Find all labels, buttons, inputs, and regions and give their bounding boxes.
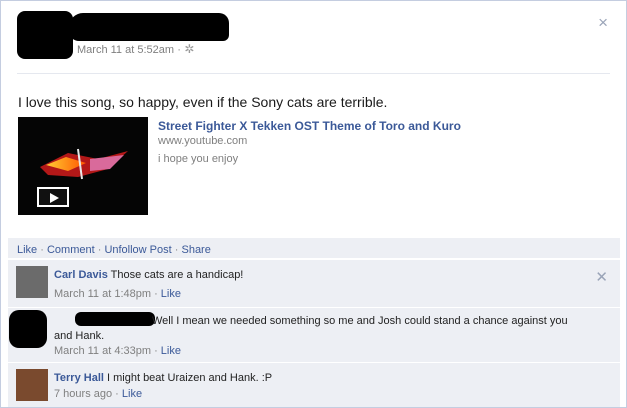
comment-like-link[interactable]: Like <box>161 345 181 357</box>
remove-comment-close-icon[interactable]: ✕ <box>595 268 608 286</box>
link-title[interactable]: Street Fighter X Tekken OST Theme of Tor… <box>158 119 461 133</box>
hide-post-close-icon[interactable]: × <box>598 13 608 33</box>
video-thumbnail[interactable] <box>18 117 148 215</box>
comment-meta: 7 hours ago · Like <box>54 388 143 400</box>
post-timestamp[interactable]: March 11 at 5:52am · ✲ <box>77 42 194 56</box>
commenter-name[interactable]: Terry Hall <box>54 372 104 384</box>
commenter-avatar-redacted[interactable] <box>9 310 47 348</box>
poster-name-redacted[interactable] <box>69 13 229 41</box>
privacy-gear-icon[interactable]: · ✲ <box>177 42 194 56</box>
comment-text: Well I mean we needed something so me an… <box>54 315 568 342</box>
comment-link[interactable]: Comment <box>47 244 95 256</box>
comment-time[interactable]: March 11 at 1:48pm <box>54 288 151 300</box>
comment-body: Well I mean we needed something so me an… <box>54 314 580 344</box>
poster-avatar-redacted[interactable] <box>17 11 73 59</box>
comment-item: Terry Hall I might beat Uraizen and Hank… <box>8 362 620 407</box>
comment-meta: March 11 at 4:33pm · Like <box>54 345 181 357</box>
share-link[interactable]: Share <box>181 244 210 256</box>
comment-text: Those cats are a handicap! <box>110 269 244 281</box>
unfollow-post-link[interactable]: Unfollow Post <box>104 244 171 256</box>
header-divider <box>17 73 610 74</box>
link-description: i hope you enjoy <box>158 153 239 165</box>
link-domain: www.youtube.com <box>158 135 248 147</box>
comment-item: Well I mean we needed something so me an… <box>8 307 620 362</box>
comment-text: I might beat Uraizen and Hank. :P <box>107 372 273 384</box>
comment-body: Carl Davis Those cats are a handicap! <box>54 268 580 283</box>
feed-story: March 11 at 5:52am · ✲ × I love this son… <box>0 0 627 408</box>
commenter-name[interactable]: Carl Davis <box>54 269 108 281</box>
comment-time[interactable]: March 11 at 4:33pm <box>54 345 151 357</box>
status-text: I love this song, so happy, even if the … <box>18 94 388 110</box>
post-actions: Like · Comment · Unfollow Post · Share <box>17 244 211 256</box>
like-link[interactable]: Like <box>17 244 37 256</box>
post-time[interactable]: March 11 at 5:52am <box>77 44 174 56</box>
comment-item: Carl Davis Those cats are a handicap! Ma… <box>8 259 620 307</box>
commenter-avatar[interactable] <box>16 266 48 298</box>
game-logo-image <box>40 148 128 180</box>
comment-like-link[interactable]: Like <box>161 288 181 300</box>
comment-like-link[interactable]: Like <box>122 388 142 400</box>
comment-meta: March 11 at 1:48pm · Like <box>54 288 181 300</box>
comment-body: Terry Hall I might beat Uraizen and Hank… <box>54 371 580 386</box>
commenter-avatar[interactable] <box>16 369 48 401</box>
comment-time[interactable]: 7 hours ago <box>54 388 112 400</box>
play-icon[interactable] <box>37 187 69 207</box>
